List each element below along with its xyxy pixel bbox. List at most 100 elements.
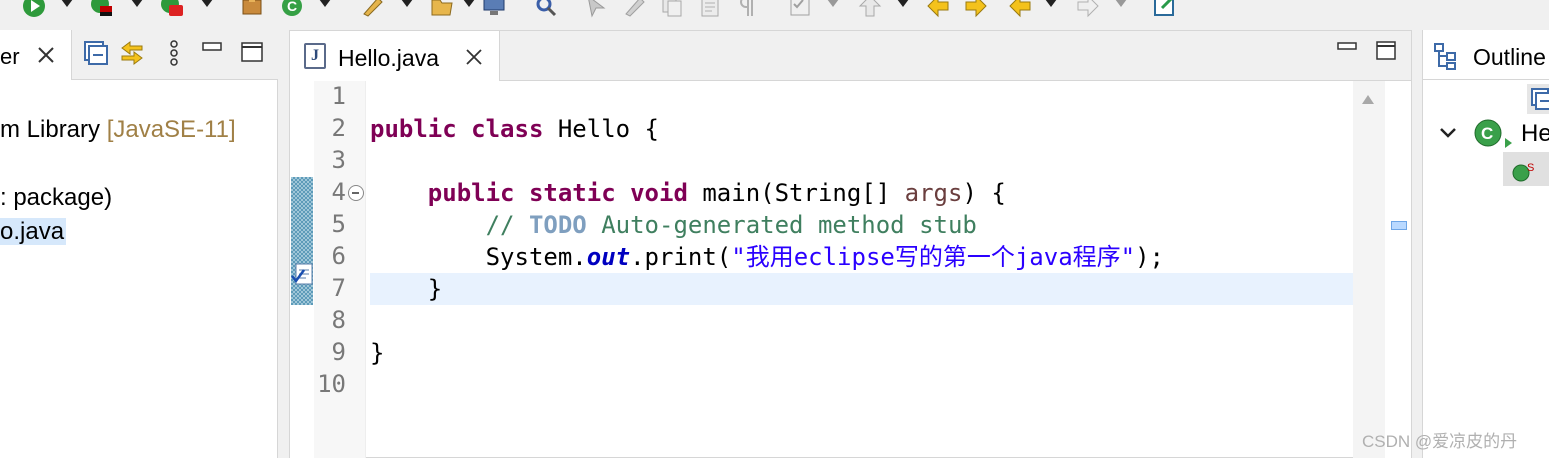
svg-text:C: C: [287, 0, 297, 14]
outline-class-name: He: [1521, 120, 1549, 147]
up-dropdown-icon[interactable]: [896, 0, 910, 10]
forward-icon[interactable]: [964, 0, 988, 18]
outline-tabbar[interactable]: Outline: [1423, 30, 1549, 80]
keyword: void: [630, 179, 688, 207]
comment: //: [485, 211, 529, 239]
vertical-scrollbar[interactable]: [1353, 81, 1385, 458]
close-icon[interactable]: [36, 45, 56, 65]
tree-item-label: : package): [0, 184, 113, 211]
pin-editor-icon[interactable]: [1152, 0, 1176, 18]
outline-icon: [1433, 42, 1461, 70]
main-toolbar: C: [0, 0, 1549, 22]
tree-item-hello-java[interactable]: o.java: [0, 218, 67, 246]
paragraph-icon[interactable]: [736, 0, 760, 18]
keyword: class: [471, 115, 544, 143]
code-text: System.: [485, 243, 587, 271]
step-icon[interactable]: [584, 0, 608, 18]
refresh-icon[interactable]: C: [280, 0, 304, 18]
pen-dropdown-icon[interactable]: [400, 0, 414, 10]
comment: Auto-generated method stub: [586, 211, 977, 239]
edit-icon[interactable]: [622, 0, 646, 18]
line-number: 5: [331, 210, 346, 238]
line-number-gutter: 1 2 3 4 5 6 7 8 9 10: [314, 81, 366, 458]
outline-title: Outline: [1473, 44, 1546, 70]
code-text: main(String[]: [687, 179, 905, 207]
java-editor: J Hello.java 1 2 3 4 5 6 7 8 9 10 public…: [289, 30, 1412, 458]
tree-item-jre-library[interactable]: m Library [JavaSE-11]: [0, 116, 236, 144]
code-text-area[interactable]: public class Hello { public static void …: [370, 81, 1353, 458]
line-number: 8: [331, 306, 346, 334]
scroll-up-icon[interactable]: [1362, 95, 1374, 104]
tree-item-jre-version: [JavaSE-11]: [106, 116, 236, 143]
code-line: }: [370, 337, 384, 369]
coverage-icon[interactable]: [90, 0, 114, 18]
open-folder-icon[interactable]: [430, 0, 454, 18]
package-explorer-tab[interactable]: er: [0, 30, 72, 80]
code-line: // TODO Auto-generated method stub: [370, 209, 977, 241]
chevron-down-icon[interactable]: [1439, 126, 1457, 140]
overview-annotation-marker[interactable]: [1391, 221, 1407, 230]
code-line: public class Hello {: [370, 113, 659, 145]
fold-collapse-icon[interactable]: [348, 185, 364, 201]
code-text: ) {: [962, 179, 1006, 207]
editor-tab-hello-java[interactable]: J Hello.java: [290, 31, 500, 81]
package-explorer-tabbar: er: [0, 30, 278, 80]
open-dropdown-icon[interactable]: [462, 0, 476, 10]
overview-ruler[interactable]: [1353, 81, 1411, 458]
outline-item-main-method[interactable]: S: [1503, 152, 1549, 186]
package-explorer-view: er m Library [JavaSE-11]: package) o.ja…: [0, 30, 278, 458]
editor-tab-label: Hello.java: [338, 45, 439, 71]
svg-text:S: S: [1527, 162, 1534, 174]
line-number: 6: [331, 242, 346, 270]
code-text: );: [1135, 243, 1165, 271]
minimize-icon[interactable]: [198, 39, 226, 67]
code-line: public static void main(String[] args) {: [370, 177, 1006, 209]
task-marker-icon[interactable]: [290, 262, 314, 288]
close-icon[interactable]: [465, 48, 483, 66]
search-icon[interactable]: [534, 0, 558, 18]
back-icon[interactable]: [926, 0, 950, 18]
coverage-dropdown-icon[interactable]: [130, 0, 144, 10]
line-number: 10: [317, 370, 346, 398]
paste-icon[interactable]: [698, 0, 722, 18]
next-dropdown-icon[interactable]: [1114, 0, 1128, 10]
run-icon[interactable]: [22, 0, 46, 18]
code-text: .print(: [630, 243, 732, 271]
outline-item-hello-class[interactable]: C He: [1423, 116, 1549, 150]
static-field: out: [586, 243, 631, 271]
pen-icon[interactable]: [360, 0, 384, 18]
maximize-icon[interactable]: [238, 39, 266, 67]
line-number: 1: [331, 82, 346, 110]
code-line: System.out.print("我用eclipse写的第一个java程序")…: [370, 241, 1164, 273]
java-file-icon: J: [304, 43, 326, 69]
tree-item-label: o.java: [0, 218, 67, 245]
minimize-icon[interactable]: [1337, 41, 1357, 55]
svg-text:C: C: [1481, 124, 1493, 143]
run-dropdown-icon[interactable]: [60, 0, 74, 10]
prev-edit-dropdown-icon[interactable]: [1044, 0, 1058, 10]
vertical-ruler[interactable]: [290, 81, 314, 458]
keyword: public: [370, 115, 457, 143]
view-menu-icon[interactable]: [160, 39, 188, 67]
outline-view: Outline C He S: [1422, 30, 1549, 458]
tree-item-default-package[interactable]: : package): [0, 184, 112, 212]
external-tools-icon[interactable]: [160, 0, 184, 18]
outline-collapse-all-icon[interactable]: [1527, 84, 1549, 114]
prev-edit-icon[interactable]: [1008, 0, 1032, 18]
current-line-highlight: [370, 273, 1353, 305]
up-icon[interactable]: [858, 0, 882, 18]
new-dropdown-icon[interactable]: [318, 0, 332, 10]
link-with-editor-icon[interactable]: [118, 39, 146, 67]
keyword: public: [427, 179, 515, 207]
monitor-icon[interactable]: [482, 0, 506, 18]
task-dropdown-icon[interactable]: [826, 0, 840, 10]
external-tools-dropdown-icon[interactable]: [200, 0, 214, 10]
collapse-all-icon[interactable]: [82, 39, 110, 67]
maximize-icon[interactable]: [1376, 41, 1396, 61]
package-explorer-tab-label: er: [0, 44, 20, 69]
editor-tabbar: J Hello.java: [290, 31, 1411, 81]
task-icon[interactable]: [788, 0, 812, 18]
copy-icon[interactable]: [660, 0, 684, 18]
next-icon[interactable]: [1076, 0, 1100, 18]
package-icon[interactable]: [240, 0, 264, 18]
